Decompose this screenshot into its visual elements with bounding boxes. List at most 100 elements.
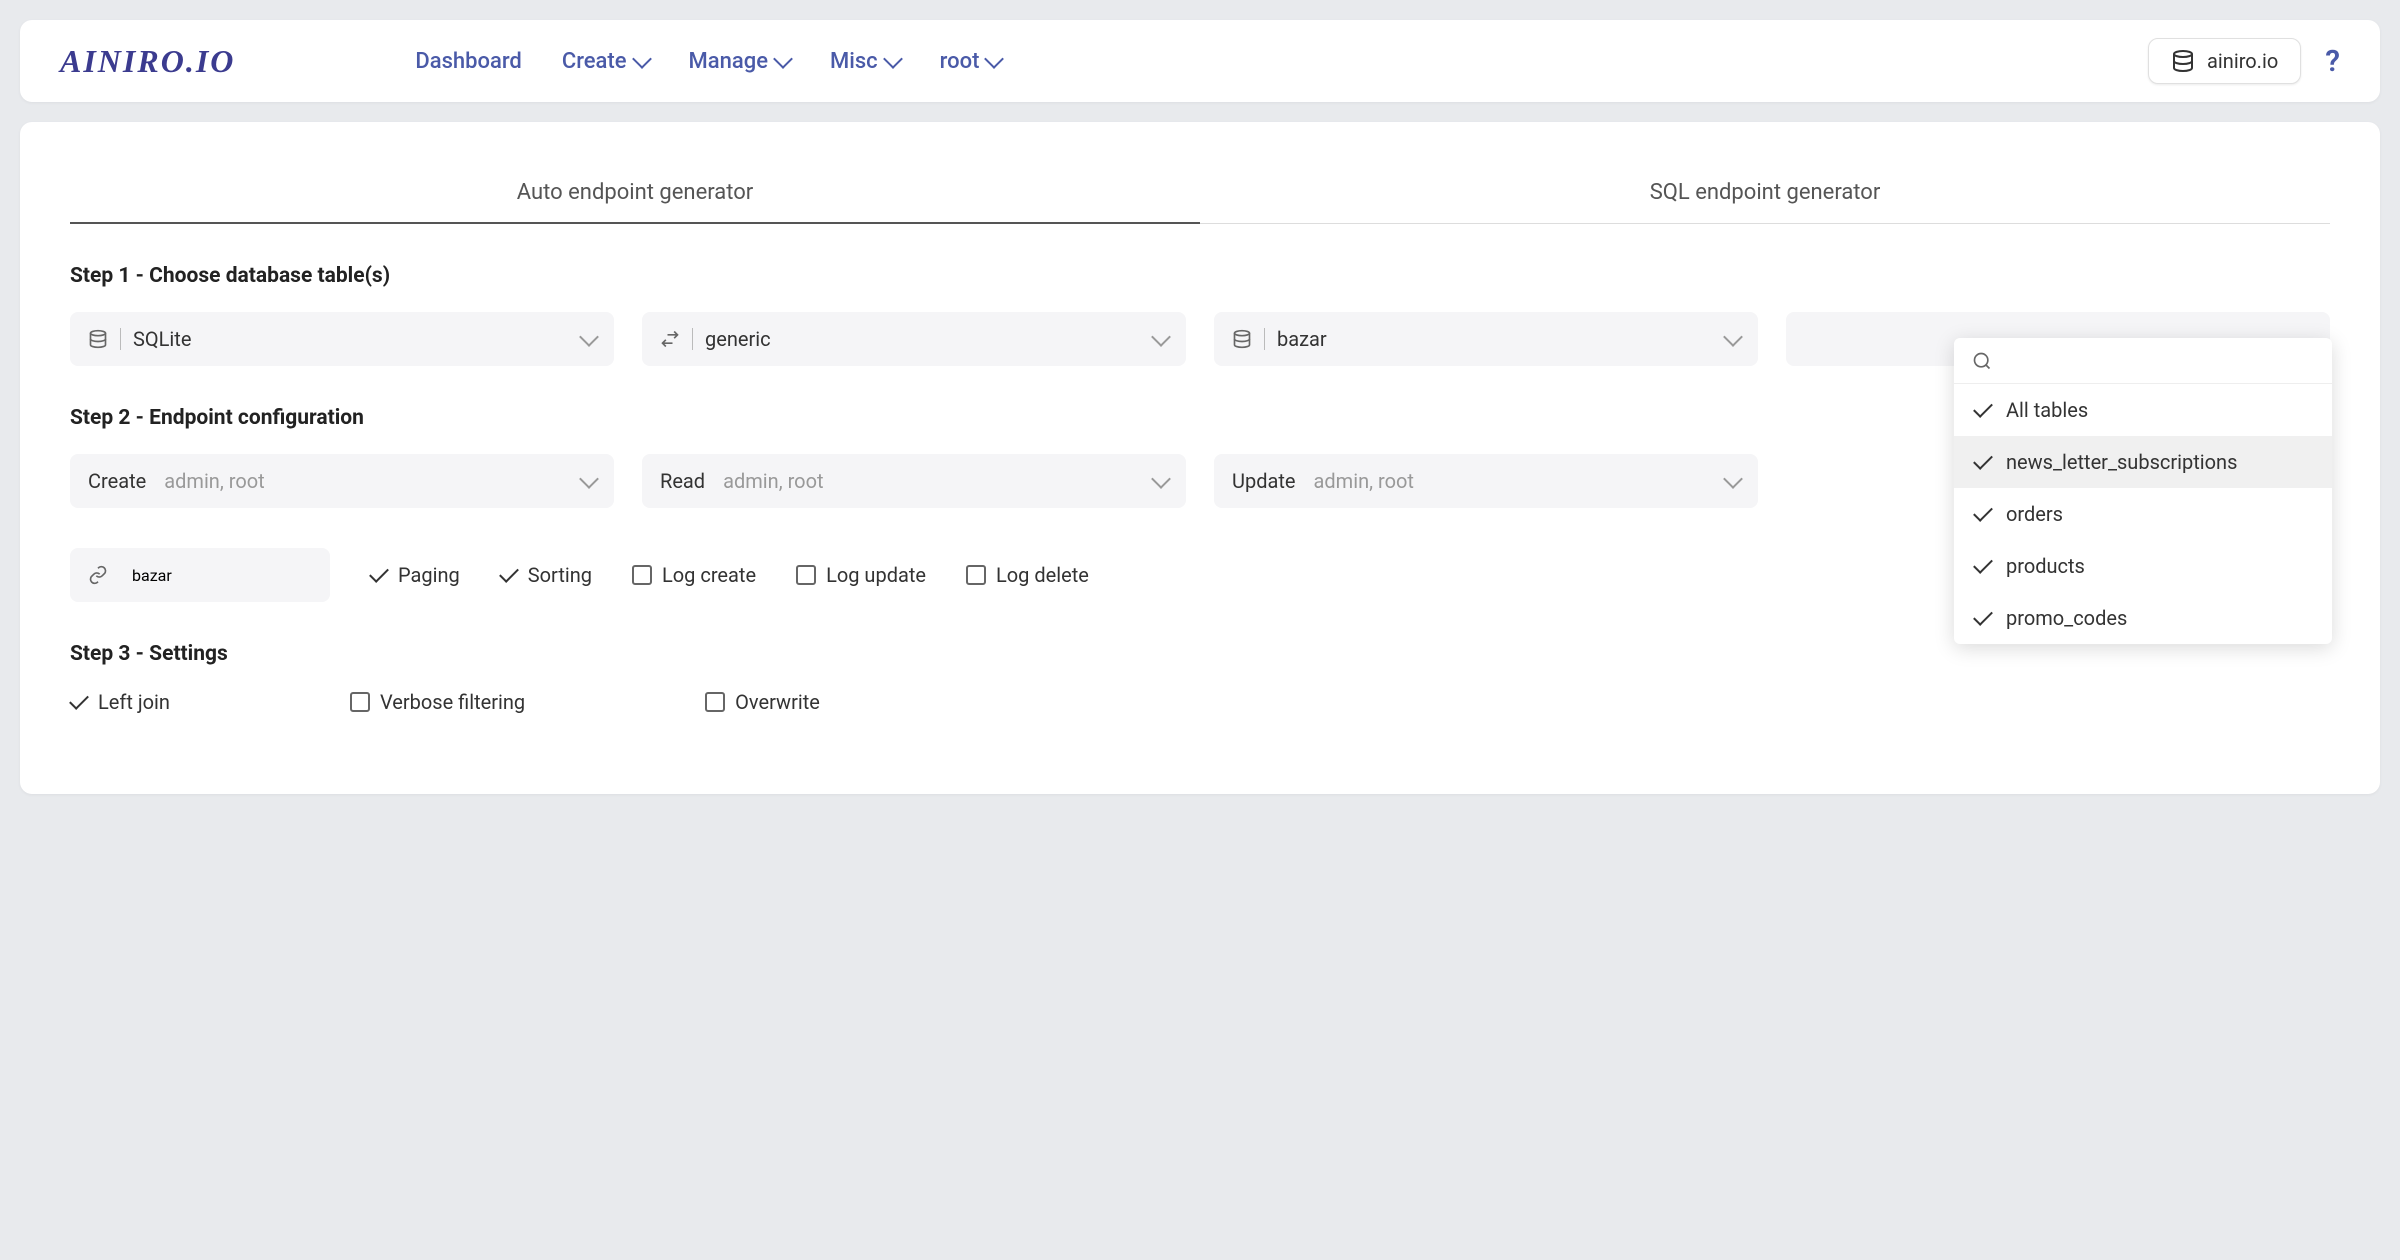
dropdown-search — [1954, 338, 2332, 384]
check-icon — [499, 563, 519, 583]
nav-misc[interactable]: Misc — [830, 49, 900, 74]
tables-search-input[interactable] — [2002, 350, 2314, 371]
nav-misc-label: Misc — [830, 49, 878, 74]
chevron-down-icon — [1723, 327, 1743, 347]
step3-options-row: Left join Verbose filtering Overwrite — [70, 690, 2330, 714]
url-value: bazar — [132, 566, 172, 585]
nav-manage-label: Manage — [689, 49, 768, 74]
database-icon — [1232, 329, 1252, 349]
check-icon — [1973, 450, 1993, 470]
logo: AINIRO.IO — [60, 43, 235, 80]
chevron-down-icon — [1151, 469, 1171, 489]
db-type-select[interactable]: SQLite — [70, 312, 614, 366]
db-type-value: SQLite — [133, 327, 570, 351]
nav-root-label: root — [940, 49, 980, 74]
dropdown-item-all-tables[interactable]: All tables — [1954, 384, 2332, 436]
divider — [692, 328, 693, 350]
log-create-checkbox[interactable]: Log create — [632, 563, 756, 587]
account-label: ainiro.io — [2207, 49, 2278, 73]
topbar: AINIRO.IO Dashboard Create Manage Misc r… — [20, 20, 2380, 102]
chevron-down-icon — [773, 49, 793, 69]
nav-manage[interactable]: Manage — [689, 49, 790, 74]
check-icon — [69, 690, 89, 710]
database-icon — [88, 329, 108, 349]
dropdown-item-label: products — [2006, 554, 2085, 578]
main-nav: Dashboard Create Manage Misc root — [415, 49, 2148, 74]
overwrite-checkbox[interactable]: Overwrite — [705, 690, 820, 714]
verbose-filtering-checkbox[interactable]: Verbose filtering — [350, 690, 525, 714]
update-roles-select[interactable]: Update admin, root — [1214, 454, 1758, 508]
read-label: Read — [660, 469, 711, 493]
chevron-down-icon — [1723, 469, 1743, 489]
chevron-down-icon — [1151, 327, 1171, 347]
dropdown-item-label: All tables — [2006, 398, 2088, 422]
tab-auto-endpoint[interactable]: Auto endpoint generator — [70, 162, 1200, 223]
checkbox-icon — [796, 565, 816, 585]
dropdown-item-promo-codes[interactable]: promo_codes — [1954, 592, 2332, 644]
database-icon — [2171, 49, 2195, 73]
chevron-down-icon — [579, 469, 599, 489]
step1-row: SQLite generic bazar All tables — [70, 312, 2330, 366]
check-icon — [1973, 502, 1993, 522]
database-select[interactable]: bazar — [1214, 312, 1758, 366]
divider — [120, 328, 121, 350]
sorting-label: Sorting — [528, 563, 592, 587]
main-card: Auto endpoint generator SQL endpoint gen… — [20, 122, 2380, 794]
paging-label: Paging — [398, 563, 460, 587]
log-create-label: Log create — [662, 563, 756, 587]
create-roles-value: admin, root — [164, 469, 570, 493]
check-icon — [1973, 606, 1993, 626]
overwrite-label: Overwrite — [735, 690, 820, 714]
create-label: Create — [88, 469, 152, 493]
nav-dashboard[interactable]: Dashboard — [415, 49, 521, 74]
left-join-label: Left join — [98, 690, 170, 714]
paging-checkbox[interactable]: Paging — [370, 563, 460, 587]
check-icon — [1973, 554, 1993, 574]
checkbox-icon — [705, 692, 725, 712]
check-icon — [1973, 398, 1993, 418]
link-icon — [88, 565, 108, 585]
chevron-down-icon — [632, 49, 652, 69]
read-roles-select[interactable]: Read admin, root — [642, 454, 1186, 508]
read-roles-value: admin, root — [723, 469, 1142, 493]
dropdown-item-label: news_letter_subscriptions — [2006, 450, 2237, 474]
account-button[interactable]: ainiro.io — [2148, 38, 2301, 84]
help-button[interactable]: ? — [2325, 44, 2340, 79]
tables-dropdown-panel: All tables news_letter_subscriptions ord… — [1954, 338, 2332, 644]
tables-select[interactable]: All tables news_letter_subscriptions ord… — [1786, 312, 2330, 366]
tab-sql-endpoint[interactable]: SQL endpoint generator — [1200, 162, 2330, 223]
connection-icon — [660, 329, 680, 349]
check-icon — [369, 563, 389, 583]
nav-create-label: Create — [562, 49, 627, 74]
verbose-label: Verbose filtering — [380, 690, 525, 714]
url-input[interactable]: bazar — [70, 548, 330, 602]
log-update-checkbox[interactable]: Log update — [796, 563, 926, 587]
log-delete-label: Log delete — [996, 563, 1089, 587]
nav-dashboard-label: Dashboard — [415, 49, 521, 74]
chevron-down-icon — [985, 49, 1005, 69]
connection-select[interactable]: generic — [642, 312, 1186, 366]
update-roles-value: admin, root — [1314, 469, 1714, 493]
sorting-checkbox[interactable]: Sorting — [500, 563, 592, 587]
log-update-label: Log update — [826, 563, 926, 587]
checkbox-icon — [966, 565, 986, 585]
checkbox-icon — [632, 565, 652, 585]
nav-root[interactable]: root — [940, 49, 1002, 74]
database-value: bazar — [1277, 327, 1714, 351]
nav-create[interactable]: Create — [562, 49, 649, 74]
log-delete-checkbox[interactable]: Log delete — [966, 563, 1089, 587]
update-label: Update — [1232, 469, 1302, 493]
step3-title: Step 3 - Settings — [70, 642, 2330, 666]
left-join-checkbox[interactable]: Left join — [70, 690, 170, 714]
dropdown-item-orders[interactable]: orders — [1954, 488, 2332, 540]
dropdown-item-label: promo_codes — [2006, 606, 2127, 630]
checkbox-icon — [350, 692, 370, 712]
tabs: Auto endpoint generator SQL endpoint gen… — [70, 162, 2330, 224]
step1-title: Step 1 - Choose database table(s) — [70, 264, 2330, 288]
search-icon — [1972, 351, 1992, 371]
chevron-down-icon — [883, 49, 903, 69]
dropdown-item-news-letter[interactable]: news_letter_subscriptions — [1954, 436, 2332, 488]
connection-value: generic — [705, 327, 1142, 351]
dropdown-item-products[interactable]: products — [1954, 540, 2332, 592]
create-roles-select[interactable]: Create admin, root — [70, 454, 614, 508]
